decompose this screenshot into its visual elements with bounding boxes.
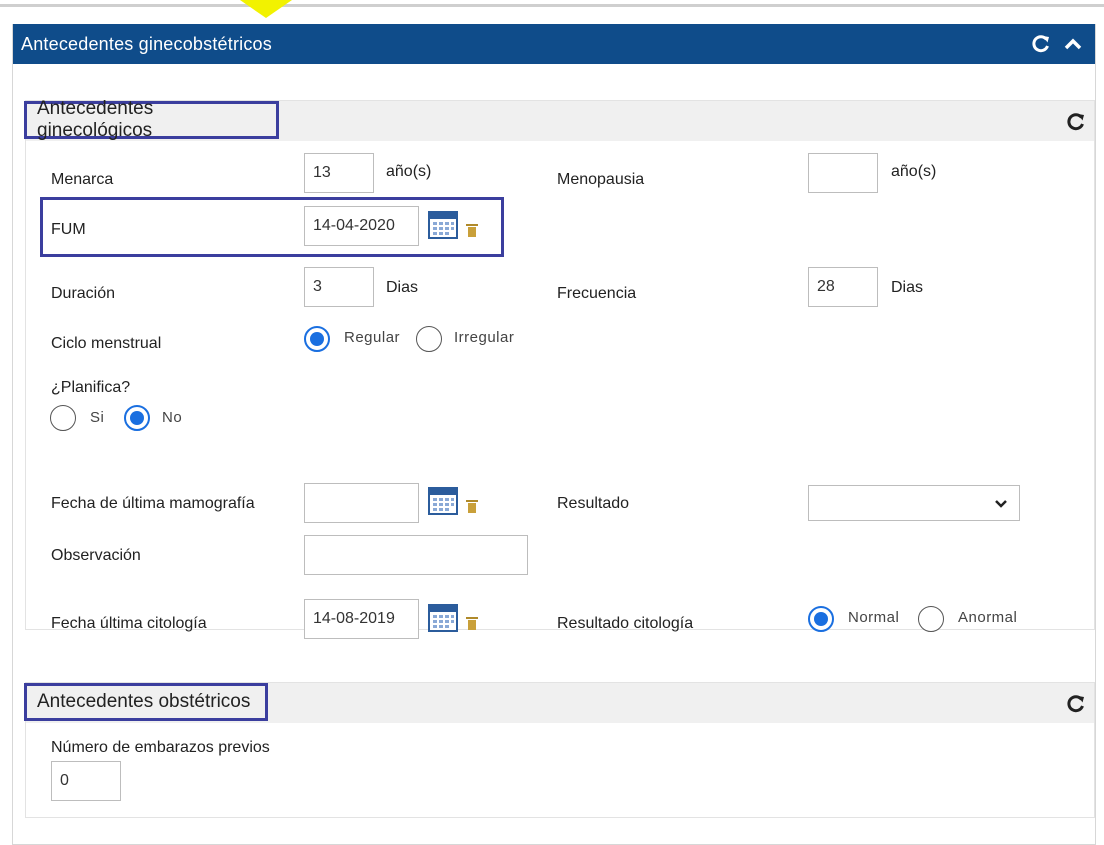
refresh-icon[interactable]: [1029, 32, 1053, 56]
menarca-input[interactable]: [304, 153, 374, 193]
calendar-icon[interactable]: [428, 209, 458, 239]
ciclo-regular-radio[interactable]: [304, 326, 330, 352]
mamografia-input[interactable]: [304, 483, 419, 523]
fum-input[interactable]: [304, 206, 419, 246]
trash-icon[interactable]: [466, 616, 478, 630]
ciclo-irregular-radio[interactable]: [416, 326, 442, 352]
ciclo-irregular-label: Irregular: [454, 329, 515, 346]
citologia-anormal-label: Anormal: [958, 609, 1018, 626]
section-title: Antecedentes ginecológicos: [24, 98, 279, 141]
chevron-down-icon: [995, 500, 1007, 508]
frecuencia-unit: Dias: [891, 279, 924, 296]
planifica-no-radio[interactable]: [124, 405, 150, 431]
citologia-input[interactable]: [304, 599, 419, 639]
menarca-label: Menarca: [51, 171, 114, 188]
resultado-citologia-label: Resultado citología: [557, 615, 694, 632]
section-antecedentes-ginecologicos: Antecedentes ginecológicos Menarca año(s…: [24, 98, 1095, 639]
embarazos-input[interactable]: [51, 761, 121, 801]
planifica-label: ¿Planifica?: [51, 379, 131, 396]
calendar-icon[interactable]: [428, 485, 458, 515]
yellow-pointer-arrow: [240, 0, 292, 18]
planifica-si-label: Si: [90, 409, 105, 426]
section-antecedentes-obstetricos: Antecedentes obstétricos Número de embar…: [24, 682, 1095, 818]
menopausia-unit: año(s): [891, 163, 937, 180]
planifica-si-radio[interactable]: [50, 405, 76, 431]
menopausia-label: Menopausia: [557, 171, 645, 188]
calendar-icon[interactable]: [428, 602, 458, 632]
menarca-unit: año(s): [386, 163, 432, 180]
refresh-icon[interactable]: [1064, 692, 1088, 716]
section-title: Antecedentes obstétricos: [24, 683, 268, 721]
observacion-input[interactable]: [304, 535, 528, 575]
duracion-label: Duración: [51, 285, 116, 302]
section-header: Antecedentes obstétricos: [24, 683, 1094, 723]
resultado-label: Resultado: [557, 495, 630, 512]
top-divider: [0, 0, 1104, 8]
frecuencia-input[interactable]: [808, 267, 878, 307]
ciclo-menstrual-label: Ciclo menstrual: [51, 335, 162, 352]
planifica-no-label: No: [162, 409, 183, 426]
trash-icon[interactable]: [466, 223, 478, 237]
observacion-label: Observación: [51, 547, 141, 564]
panel-header: Antecedentes ginecobstétricos: [13, 24, 1095, 64]
fum-label: FUM: [51, 221, 86, 238]
chevron-up-icon[interactable]: [1061, 32, 1085, 56]
trash-icon[interactable]: [466, 499, 478, 513]
menopausia-input[interactable]: [808, 153, 878, 193]
resultado-select[interactable]: [808, 485, 1020, 521]
citologia-anormal-radio[interactable]: [918, 606, 944, 632]
frecuencia-label: Frecuencia: [557, 285, 637, 302]
ciclo-regular-label: Regular: [344, 329, 401, 346]
citologia-normal-label: Normal: [848, 609, 900, 626]
duracion-unit: Dias: [386, 279, 419, 296]
citologia-label: Fecha última citología: [51, 615, 207, 632]
section-header: Antecedentes ginecológicos: [24, 98, 1094, 141]
duracion-input[interactable]: [304, 267, 374, 307]
panel-title: Antecedentes ginecobstétricos: [21, 33, 272, 54]
embarazos-label: Número de embarazos previos: [51, 739, 270, 756]
panel-antecedentes-ginecobstetricos: Antecedentes ginecobstétricos Antecedent…: [12, 24, 1096, 845]
citologia-normal-radio[interactable]: [808, 606, 834, 632]
mamografia-label: Fecha de última mamografía: [51, 495, 255, 512]
refresh-icon[interactable]: [1064, 110, 1088, 134]
